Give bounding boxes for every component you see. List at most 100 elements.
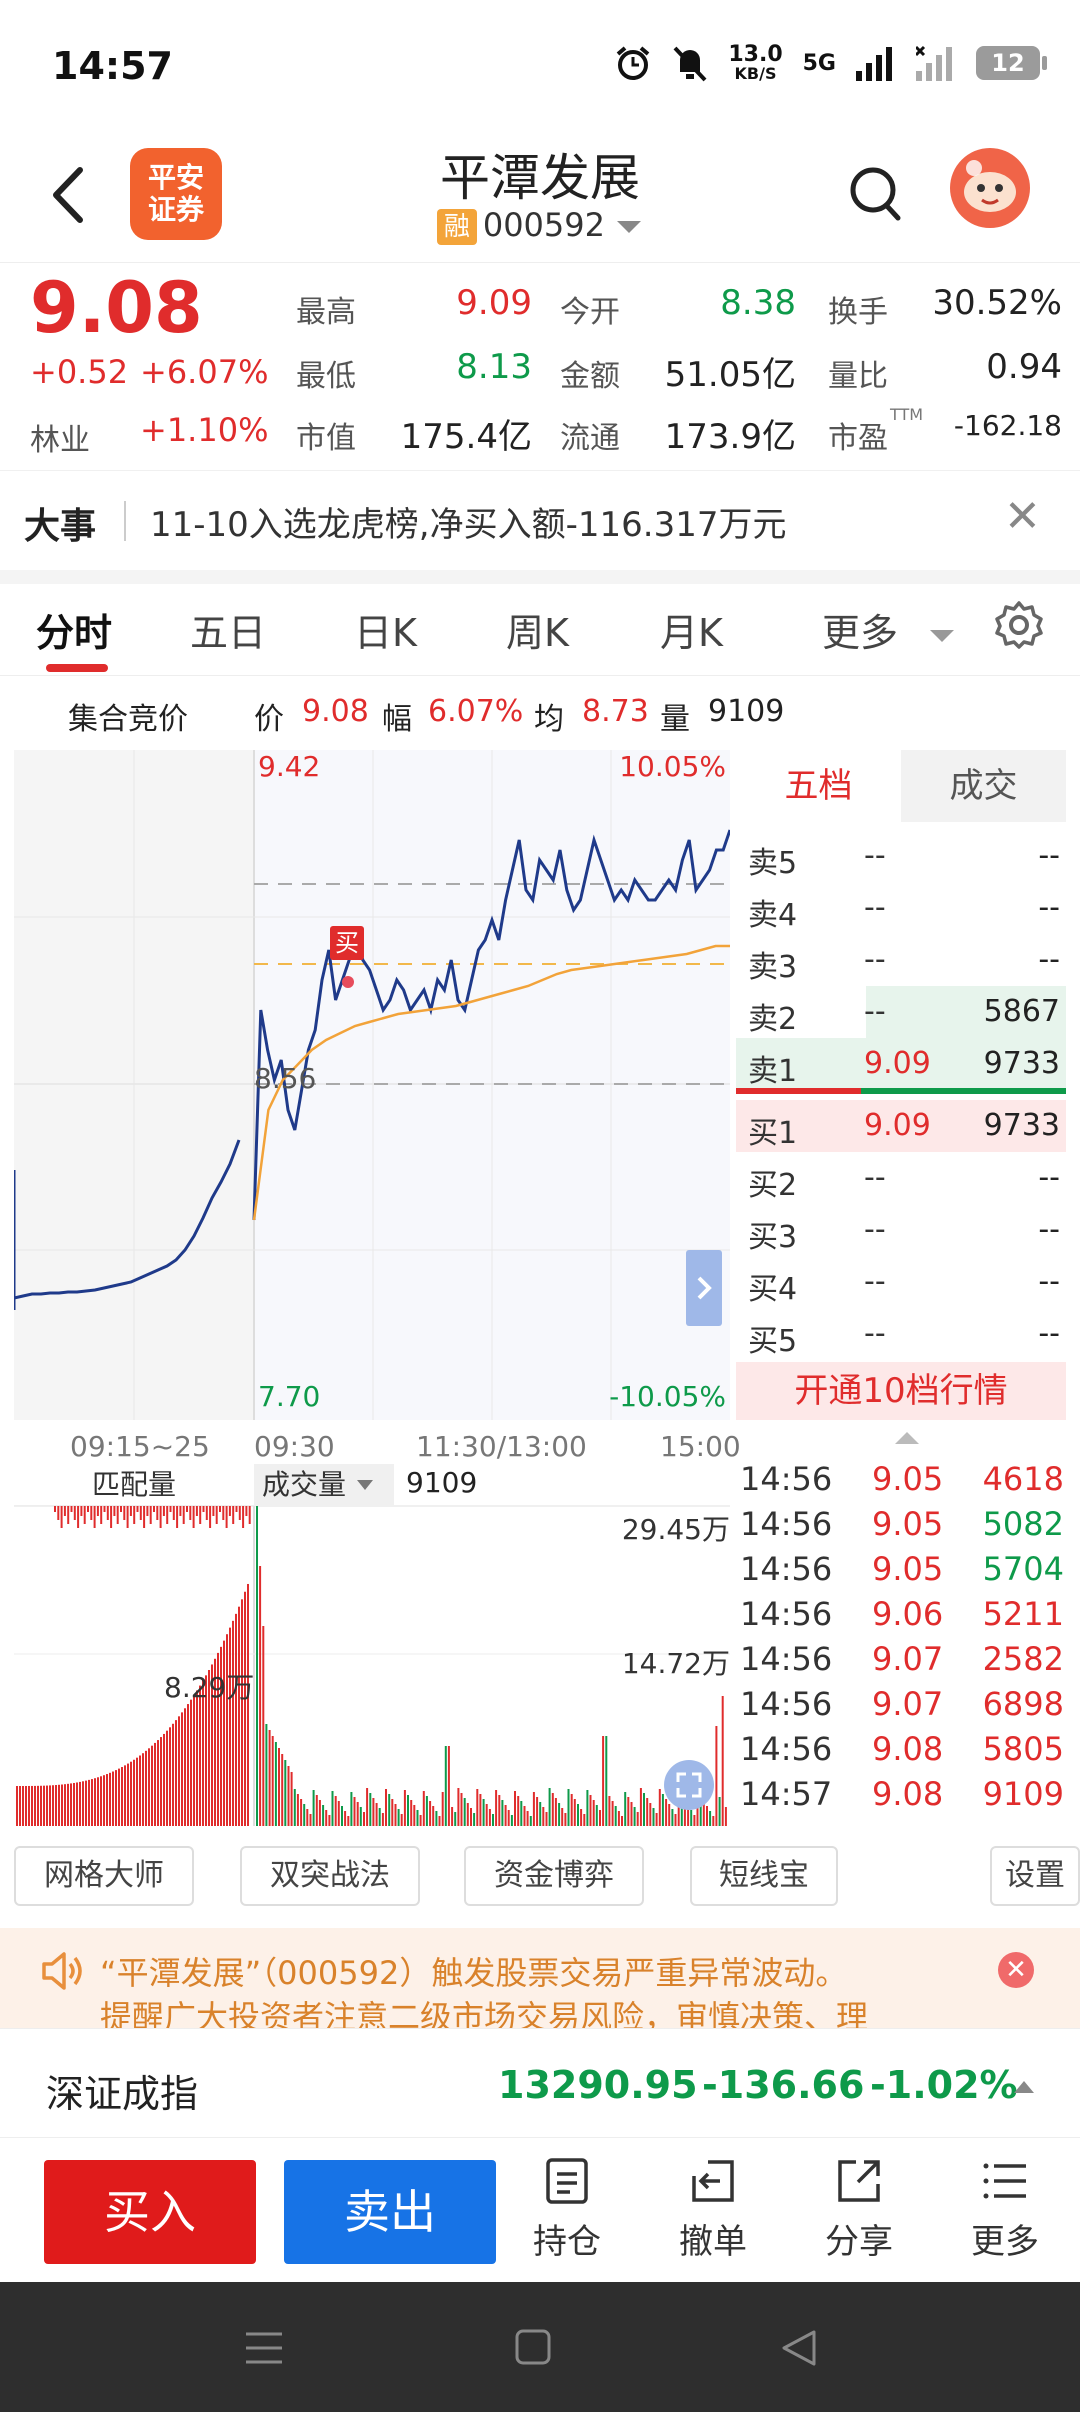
stock-code-line[interactable]: 融 000592 — [0, 206, 1080, 245]
session-volume-bar — [583, 1814, 586, 1826]
tick-time: 14:56 — [740, 1730, 833, 1768]
news-bar[interactable]: 大事 11-10入选龙虎榜,净买入额-116.317万元 ✕ — [0, 470, 1080, 570]
match-volume-bar — [245, 1506, 248, 1516]
warning-line-2: 提醒广大投资者注意二级市场交易风险，审慎决策、理 — [100, 1998, 869, 2028]
tab-weekly-k[interactable]: 周K — [506, 602, 569, 657]
match-volume-bar — [113, 1506, 116, 1516]
session-volume-bar — [501, 1800, 504, 1826]
bid-level-row[interactable]: 买1 9.09 9733 — [736, 1100, 1066, 1152]
quote-label: 量比 — [828, 359, 888, 394]
search-icon[interactable] — [848, 164, 902, 224]
short-line-button[interactable]: 短线宝 — [690, 1846, 838, 1906]
quote-label: 今开 — [560, 295, 620, 330]
fullscreen-button[interactable] — [664, 1760, 714, 1810]
last-price: 9.08 — [30, 267, 203, 349]
ask-level-row[interactable]: 卖1 9.09 9733 — [736, 1038, 1066, 1090]
avatar[interactable] — [950, 148, 1030, 228]
tab-five-levels[interactable]: 五档 — [736, 750, 901, 822]
session-volume-bar — [457, 1788, 460, 1826]
menu-icon[interactable] — [244, 2330, 284, 2366]
caret-up-icon[interactable] — [1012, 2079, 1036, 2095]
risk-warning-banner[interactable]: “平潭发展”（000592）触发股票交易严重异常波动。 提醒广大投资者注意二级市… — [0, 1928, 1080, 2028]
session-volume-bar — [369, 1793, 372, 1826]
home-icon[interactable] — [514, 2328, 552, 2366]
session-volume-bar — [529, 1816, 532, 1826]
close-icon[interactable]: ✕ — [998, 1952, 1034, 1988]
back-icon[interactable] — [780, 2328, 818, 2368]
open-ten-levels-button[interactable]: 开通10档行情 — [736, 1362, 1066, 1420]
quote-value: 175.4亿 — [400, 417, 532, 457]
more-button[interactable]: 更多 — [950, 2156, 1060, 2263]
double-break-button[interactable]: 双突战法 — [240, 1846, 420, 1906]
level-label: 买4 — [748, 1272, 798, 1307]
session-volume-bar — [658, 1789, 661, 1826]
fund-game-button[interactable]: 资金博弈 — [464, 1846, 644, 1906]
price-label: 价 — [254, 702, 284, 737]
match-volume-bar — [103, 1506, 106, 1512]
level-price: -- — [864, 942, 886, 977]
tick-list[interactable]: 14:56 9.05 4618 14:56 9.05 5082 14:56 9.05 5704 1… — [736, 1424, 1066, 1826]
sell-button[interactable]: 卖出 — [284, 2160, 496, 2264]
index-change: -136.66 — [702, 2063, 865, 2107]
chart-top-pct: 10.05% — [619, 750, 726, 783]
close-icon[interactable]: ✕ — [1004, 491, 1041, 542]
ask-level-row[interactable]: 卖3 -- -- — [736, 934, 1066, 986]
session-volume-bar — [580, 1809, 583, 1826]
auction-volume-bar — [43, 1785, 45, 1826]
ask-level-row[interactable]: 卖4 -- -- — [736, 882, 1066, 934]
positions-button[interactable]: 持仓 — [512, 2156, 622, 2263]
level-price: -- — [864, 1264, 886, 1299]
buy-signal-marker[interactable]: 买 — [330, 926, 364, 960]
grid-master-button[interactable]: 网格大师 — [14, 1846, 194, 1906]
share-button[interactable]: 分享 — [804, 2156, 914, 2263]
expand-chart-button[interactable] — [686, 1250, 722, 1326]
volume-chart[interactable]: 匹配量 成交量 9109 29.45万 14.72万 8.29万 — [14, 1464, 730, 1826]
tab-five-day[interactable]: 五日 — [190, 602, 266, 657]
tool-buttons: 网格大师 双突战法 资金博弈 短线宝 设置 — [0, 1846, 1080, 1908]
session-volume-bar — [564, 1813, 567, 1826]
tick-price: 9.07 — [872, 1640, 944, 1678]
buy-button[interactable]: 买入 — [44, 2160, 256, 2264]
time-axis: 09:15~25 09:30 11:30/13:00 15:00 — [0, 1424, 741, 1464]
session-volume-bar — [438, 1816, 441, 1826]
tab-daily-k[interactable]: 日K — [354, 602, 417, 657]
auction-volume-bar — [19, 1785, 21, 1826]
tick-volume: 2582 — [982, 1640, 1064, 1678]
tab-more[interactable]: 更多 — [822, 602, 956, 657]
tab-trades[interactable]: 成交 — [901, 750, 1066, 822]
bid-level-row[interactable]: 买3 -- -- — [736, 1204, 1066, 1256]
tick-volume: 9109 — [982, 1775, 1064, 1813]
match-volume-bar — [116, 1506, 119, 1524]
bid-level-row[interactable]: 买2 -- -- — [736, 1152, 1066, 1204]
session-volume-bar — [303, 1804, 306, 1826]
intraday-chart[interactable]: 9.42 10.05% 8.56 7.70 -10.05% 买 — [12, 750, 732, 1420]
session-volume-bar — [259, 1566, 262, 1826]
ttm-superscript: TTM — [890, 405, 924, 424]
gear-icon[interactable] — [994, 600, 1044, 650]
bid-level-row[interactable]: 买4 -- -- — [736, 1256, 1066, 1308]
bid-level-row[interactable]: 买5 -- -- — [736, 1308, 1066, 1360]
session-volume-bar — [709, 1811, 712, 1826]
session-volume-bar — [712, 1816, 715, 1826]
session-volume-bar — [350, 1792, 353, 1826]
match-volume-bar — [143, 1506, 146, 1528]
level-label: 卖2 — [748, 1002, 798, 1037]
ask-level-row[interactable]: 卖2 -- 5867 — [736, 986, 1066, 1038]
ask-level-row[interactable]: 卖5 -- -- — [736, 830, 1066, 882]
volume-select[interactable]: 成交量 — [254, 1464, 394, 1506]
sector-label[interactable]: 林业 — [30, 415, 90, 459]
tab-intraday[interactable]: 分时 — [36, 602, 112, 657]
level-label: 买3 — [748, 1220, 798, 1255]
cancel-order-button[interactable]: 撤单 — [658, 2156, 768, 2263]
session-volume-bar — [416, 1810, 419, 1826]
settings-button[interactable]: 设置 — [990, 1846, 1080, 1906]
news-text[interactable]: 11-10入选龙虎榜,净买入额-116.317万元 — [150, 497, 786, 546]
match-volume-bar — [205, 1506, 208, 1520]
session-volume-bar — [328, 1815, 331, 1826]
tab-monthly-k[interactable]: 月K — [660, 602, 723, 657]
session-volume-bar — [643, 1793, 645, 1826]
session-volume-bar — [444, 1746, 447, 1826]
index-ticker[interactable]: 深证成指 13290.95 -136.66 -1.02% — [0, 2028, 1080, 2138]
auction-volume-bar — [49, 1785, 51, 1826]
auction-volume-bar — [193, 1695, 195, 1826]
